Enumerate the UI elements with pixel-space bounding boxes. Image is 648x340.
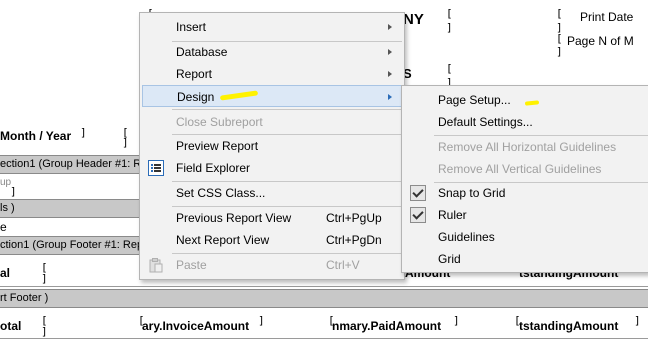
field-bracket: ] (453, 314, 460, 327)
field-bracket: ] (41, 325, 48, 338)
menu-item-label: Ruler (438, 208, 467, 222)
group-header-band[interactable]: ection1 (Group Header #1: Re (0, 155, 140, 174)
menu-item-shortcut: Ctrl+V (326, 258, 360, 272)
menu-item-label: Previous Report View (176, 211, 292, 225)
details-field[interactable]: e (0, 220, 7, 234)
highlight-scribble (524, 100, 540, 106)
context-menu: Insert Database Report Design Close Subr… (139, 12, 405, 280)
menu-item-label: Snap to Grid (438, 186, 506, 200)
menu-item-paste[interactable]: Paste Ctrl+V (140, 254, 404, 276)
outstanding-amount-summary-field[interactable]: tstandingAmount (519, 319, 618, 333)
field-bracket: [ (446, 62, 453, 75)
menu-item-label: Database (176, 45, 228, 59)
menu-item-shortcut: Ctrl+PgDn (326, 233, 382, 247)
submenu-arrow-icon (388, 49, 392, 55)
design-submenu: Page Setup... Default Settings... Remove… (401, 85, 648, 273)
menu-item-next-report-view[interactable]: Next Report View Ctrl+PgDn (140, 229, 404, 251)
band-label: rt Footer ) (0, 292, 49, 304)
menu-item-set-css-class[interactable]: Set CSS Class... (140, 182, 404, 204)
field-bracket: [ (446, 7, 453, 20)
field-bracket: ] (258, 314, 265, 327)
field-bracket: ] (41, 272, 48, 285)
submenu-arrow-icon (388, 71, 392, 77)
company-name-field[interactable]: NY (403, 11, 424, 28)
menu-separator (172, 109, 402, 110)
menu-item-label: Insert (176, 20, 207, 34)
band-label: ection1 (Group Header #1: Re (0, 158, 140, 170)
field-bracket: ] (80, 126, 87, 139)
menu-item-label: Paste (176, 258, 207, 272)
menu-item-default-settings[interactable]: Default Settings... (402, 111, 648, 133)
menu-item-label: Remove All Horizontal Guidelines (438, 140, 617, 154)
details-band[interactable]: ls ) (0, 199, 140, 218)
page-n-of-m-field[interactable]: Page N of M (567, 34, 634, 48)
menu-item-label: Default Settings... (438, 115, 533, 129)
checkmark-icon (410, 207, 426, 223)
menu-item-label: Close Subreport (176, 115, 263, 129)
report-footer-band[interactable]: rt Footer ) (0, 289, 648, 308)
menu-item-grid[interactable]: Grid (402, 248, 648, 270)
menu-item-label: Remove All Vertical Guidelines (438, 162, 602, 176)
menu-item-guidelines[interactable]: Guidelines (402, 226, 648, 248)
print-date-field[interactable]: Print Date (580, 10, 633, 24)
menu-item-label: Grid (438, 252, 461, 266)
report-footer-line (0, 338, 648, 339)
menu-item-database[interactable]: Database (140, 41, 404, 63)
menu-item-label: Next Report View (176, 233, 270, 247)
menu-item-label: Preview Report (176, 139, 259, 153)
grand-total-label[interactable]: otal (0, 319, 21, 333)
menu-item-label: Guidelines (438, 230, 495, 244)
menu-item-previous-report-view[interactable]: Previous Report View Ctrl+PgUp (140, 207, 404, 229)
menu-item-report[interactable]: Report (140, 63, 404, 85)
field-bracket: ] (634, 314, 641, 327)
menu-item-field-explorer[interactable]: Field Explorer (140, 157, 404, 179)
field-explorer-icon (148, 160, 164, 176)
menu-item-label: Report (176, 67, 213, 81)
field-bracket: [ (556, 7, 563, 20)
menu-item-preview-report[interactable]: Preview Report (140, 135, 404, 157)
field-bracket: ] (122, 136, 129, 149)
menu-item-ruler[interactable]: Ruler (402, 204, 648, 226)
field-bracket: ] (10, 185, 17, 198)
menu-item-insert[interactable]: Insert (140, 16, 404, 38)
field-bracket: [ (556, 32, 563, 45)
paste-icon (149, 258, 163, 273)
highlight-scribble (219, 90, 259, 101)
group-footer-band[interactable]: ction1 (Group Footer #1: Rep (0, 236, 140, 255)
menu-item-label: Set CSS Class... (176, 186, 266, 200)
menu-item-design[interactable]: Design (142, 85, 402, 107)
band-label: ls ) (0, 202, 15, 214)
menu-item-shortcut: Ctrl+PgUp (326, 211, 382, 225)
invoice-amount-summary-field[interactable]: ary.InvoiceAmount (142, 319, 249, 333)
menu-item-label: Field Explorer (176, 161, 251, 175)
menu-item-remove-horizontal-guidelines[interactable]: Remove All Horizontal Guidelines (402, 136, 648, 158)
menu-item-snap-to-grid[interactable]: Snap to Grid (402, 182, 648, 204)
menu-item-remove-vertical-guidelines[interactable]: Remove All Vertical Guidelines (402, 158, 648, 180)
menu-item-label: Page Setup... (438, 93, 511, 107)
group-total-label[interactable]: al (0, 266, 10, 280)
menu-item-close-subreport[interactable]: Close Subreport (140, 111, 404, 133)
field-bracket: ] (556, 45, 563, 58)
menu-item-page-setup[interactable]: Page Setup... (402, 89, 648, 111)
month-year-label[interactable]: Month / Year (0, 129, 71, 143)
group-footer-line (0, 286, 648, 287)
menu-item-label: Design (177, 90, 215, 104)
field-bracket: ] (446, 21, 453, 34)
band-label: ction1 (Group Footer #1: Rep (0, 239, 140, 251)
paid-amount-summary-field[interactable]: nmary.PaidAmount (332, 319, 441, 333)
checkmark-icon (410, 185, 426, 201)
submenu-arrow-icon (388, 94, 392, 100)
submenu-arrow-icon (388, 24, 392, 30)
